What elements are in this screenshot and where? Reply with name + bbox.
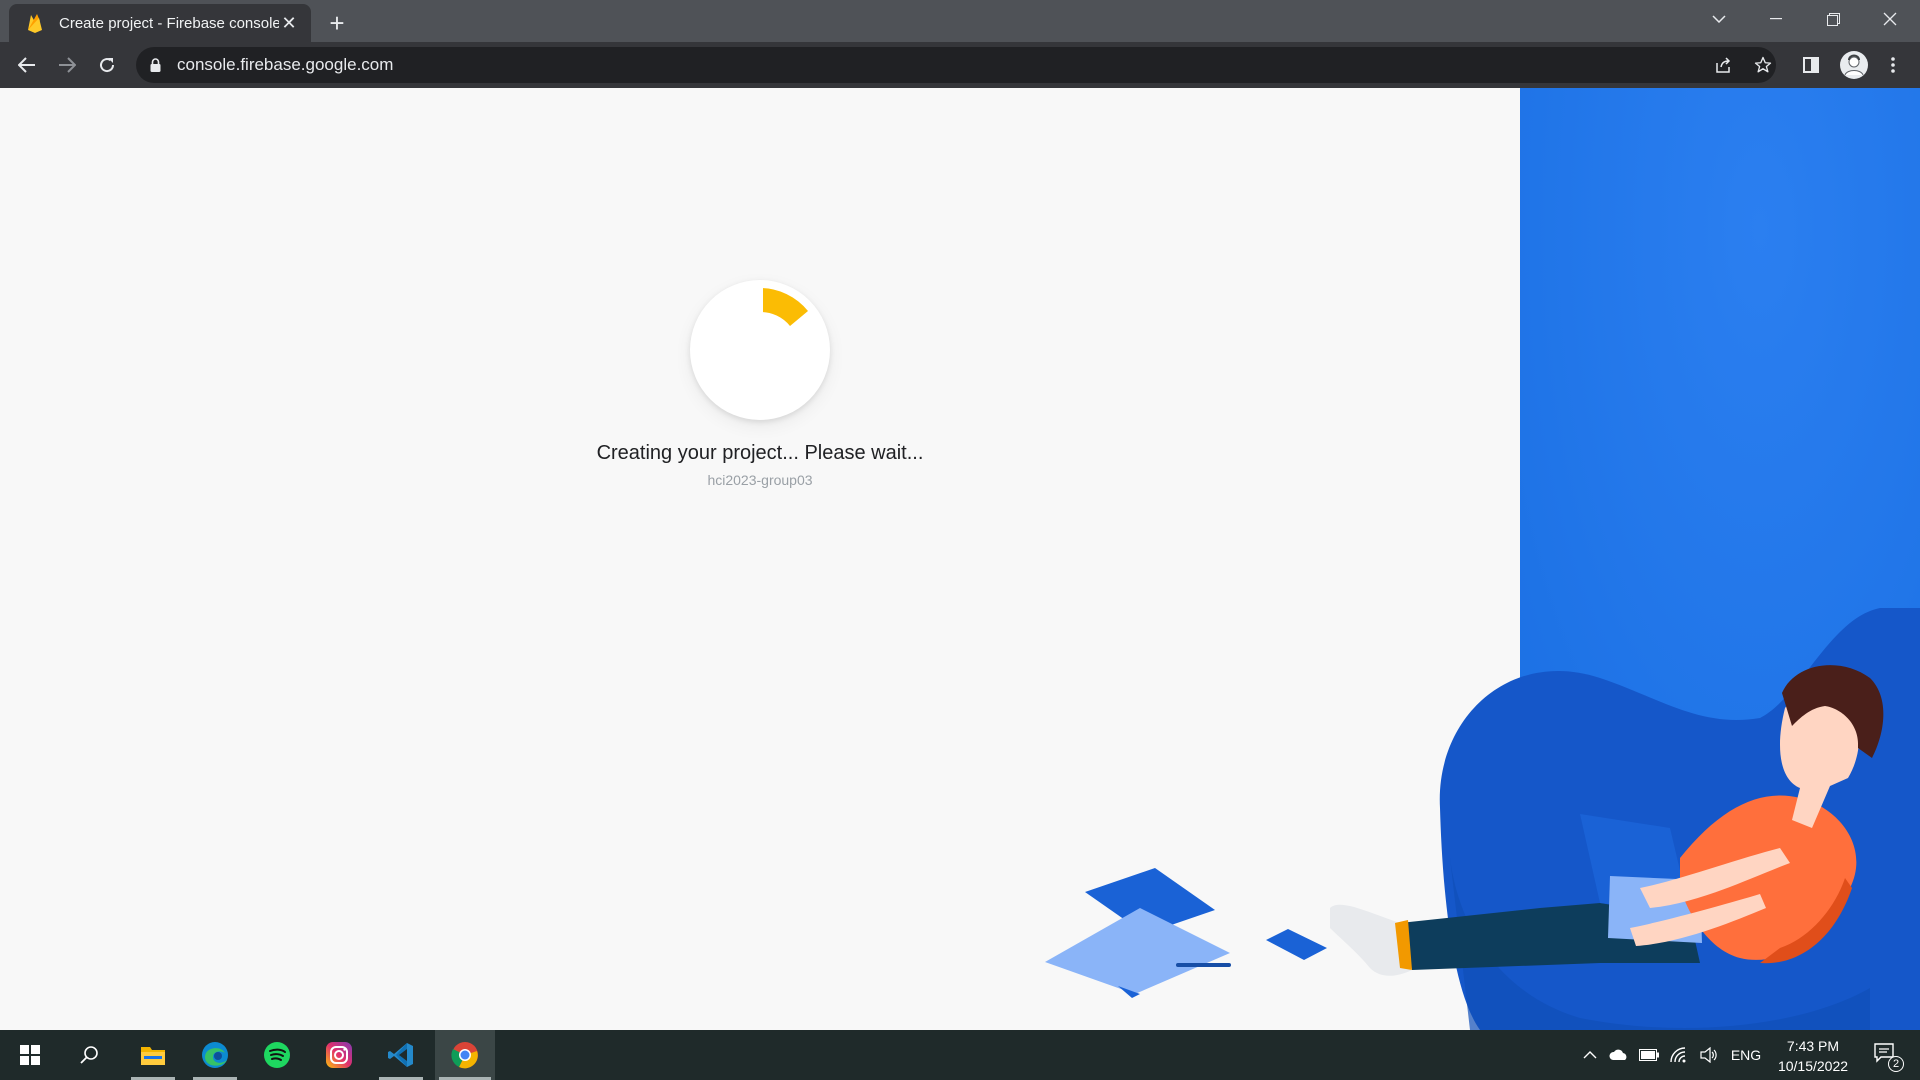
file-explorer-icon[interactable] [127,1030,179,1080]
system-clock[interactable]: 7:43 PM 10/15/2022 [1768,1036,1858,1076]
minimize-button[interactable] [1748,0,1804,38]
share-icon[interactable] [1708,47,1738,83]
onedrive-cloud-icon[interactable] [1606,1030,1632,1080]
browser-tab-active[interactable]: Create project - Firebase console ✕ [9,4,311,42]
instagram-icon[interactable] [313,1030,365,1080]
wifi-icon[interactable] [1666,1030,1692,1080]
side-panel-icon[interactable] [1796,50,1826,80]
clock-time: 7:43 PM [1786,1038,1840,1054]
show-hidden-icons-chevron-icon[interactable] [1578,1030,1602,1080]
browser-toolbar: console.firebase.google.com [0,42,1920,88]
edge-icon[interactable] [189,1030,241,1080]
notification-count-badge: 2 [1888,1056,1904,1072]
project-id-label: hci2023-group03 [707,472,813,488]
kebab-menu-icon[interactable] [1878,50,1908,80]
close-window-button[interactable] [1862,0,1918,38]
profile-avatar[interactable] [1838,49,1870,81]
vscode-icon[interactable] [375,1030,427,1080]
address-bar[interactable]: console.firebase.google.com [136,47,1776,83]
spotify-icon[interactable] [251,1030,303,1080]
creating-project-status: Creating your project... Please wait... [596,442,924,464]
loading-spinner [690,280,830,420]
back-arrow-icon[interactable] [12,50,42,80]
volume-icon[interactable] [1696,1030,1722,1080]
forward-arrow-icon[interactable] [52,50,82,80]
windows-start-icon[interactable] [4,1030,56,1080]
tab-search-chevron-icon[interactable] [1691,0,1747,38]
new-tab-button[interactable]: + [322,8,352,38]
firebase-create-project-page: Creating your project... Please wait... … [0,88,1920,1030]
bookmark-star-icon[interactable] [1748,47,1778,83]
url-text: console.firebase.google.com [177,55,394,74]
tab-close-icon[interactable]: ✕ [279,13,299,33]
person-on-beanbag-illustration [1040,558,1920,1030]
notifications-button[interactable]: 2 [1866,1030,1906,1080]
restore-button[interactable] [1805,0,1861,38]
battery-icon[interactable] [1636,1030,1662,1080]
tab-title: Create project - Firebase console [59,14,279,32]
browser-tabstrip: Create project - Firebase console ✕ + [0,0,1920,42]
windows-taskbar: ENG 7:43 PM 10/15/2022 2 [0,1030,1920,1080]
firebase-flame-icon [25,13,45,33]
search-icon[interactable] [64,1030,116,1080]
chrome-icon[interactable] [435,1030,495,1080]
reload-icon[interactable] [92,50,122,80]
language-indicator[interactable]: ENG [1726,1030,1766,1080]
clock-date: 10/15/2022 [1777,1058,1849,1074]
lock-icon [150,57,164,73]
